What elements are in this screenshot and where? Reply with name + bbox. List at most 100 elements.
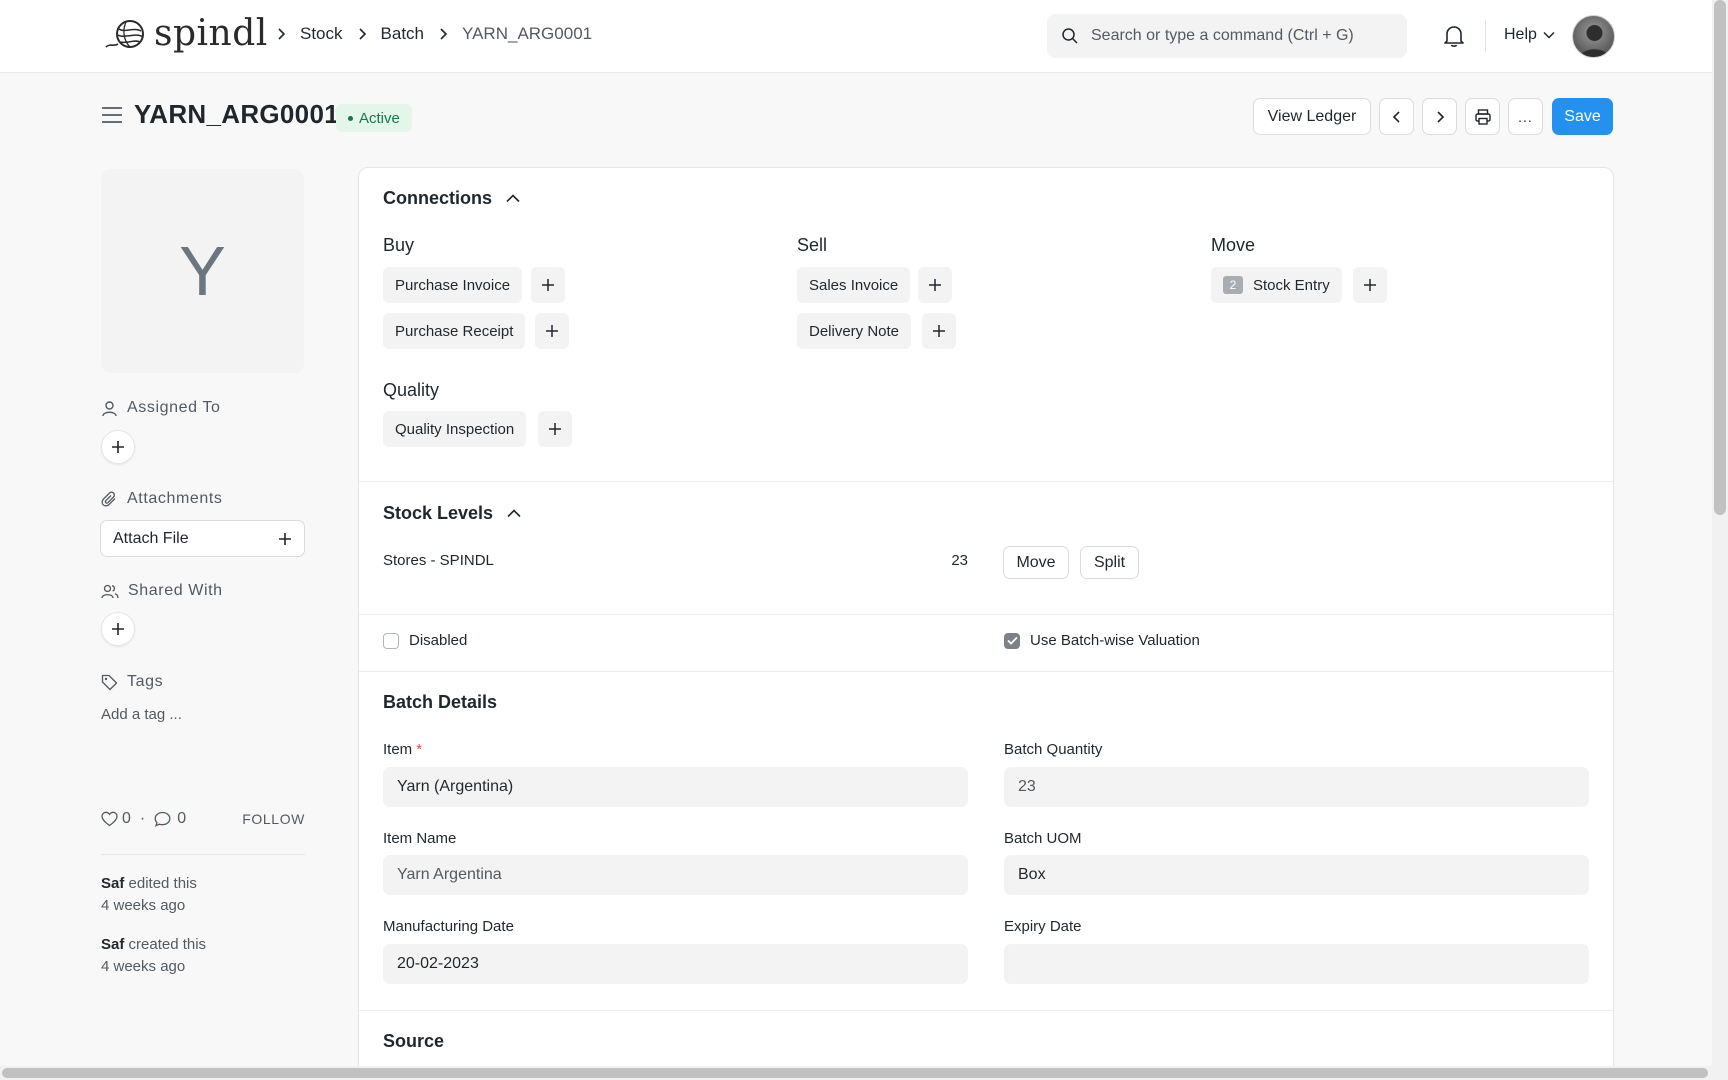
delivery-note-link[interactable]: Delivery Note [797,313,912,349]
search-bar[interactable] [1047,14,1407,58]
breadcrumb-batch[interactable]: Batch [381,24,424,44]
plus-icon [929,279,941,291]
add-purchase-invoice-button[interactable] [531,267,565,303]
plus-icon [112,441,124,453]
disabled-checkbox-row[interactable]: Disabled [383,632,467,649]
status-badge: Active [336,104,412,132]
engagement-stats: 0 · 0 FOLLOW [101,810,305,828]
plus-icon [1364,279,1376,291]
search-input[interactable] [1091,27,1391,45]
comment-icon[interactable] [154,811,171,827]
add-quality-inspection-button[interactable] [538,411,572,447]
help-dropdown[interactable]: Help [1504,26,1555,44]
batch-details-title: Batch Details [383,692,498,712]
warehouse-qty: 23 [951,552,968,569]
chevron-up-icon [506,194,520,203]
batch-uom-label: Batch UOM [1004,830,1082,847]
item-name-field: Yarn Argentina [383,855,968,895]
manufacturing-date-field[interactable]: 20-02-2023 [383,944,968,984]
connections-section-header[interactable]: Connections [383,188,520,209]
add-assignee-button[interactable] [101,430,135,464]
item-label-text: Item [383,741,413,758]
status-label: Active [359,109,400,127]
activity-user[interactable]: Saf [101,936,124,953]
plus-icon [933,325,945,337]
heart-icon[interactable] [101,811,118,827]
users-icon [101,584,119,598]
assigned-to-label: Assigned To [127,399,221,416]
add-delivery-note-button[interactable] [922,313,956,349]
next-record-button[interactable] [1422,98,1457,135]
sales-invoice-link[interactable]: Sales Invoice [797,267,911,303]
batch-quantity-label: Batch Quantity [1004,741,1103,758]
user-icon [102,400,117,416]
activity-action: created this [124,936,207,953]
navbar-divider [1485,20,1486,52]
sidebar-toggle-icon[interactable] [101,106,123,124]
add-stock-entry-button[interactable] [1353,267,1387,303]
quality-group-heading: Quality [383,380,440,400]
add-share-button[interactable] [101,612,135,646]
add-purchase-receipt-button[interactable] [535,313,569,349]
connections-title: Connections [383,188,493,208]
activity-user[interactable]: Saf [101,875,124,892]
comments-count: 0 [177,810,187,827]
purchase-invoice-link[interactable]: Purchase Invoice [383,267,523,303]
record-image-placeholder[interactable]: Y [101,169,304,373]
breadcrumb-current[interactable]: YARN_ARG0001 [462,24,592,44]
batch-quantity-field: 23 [1004,767,1589,807]
warehouse-name: Stores - SPINDL [383,552,494,569]
move-stock-button[interactable]: Move [1003,546,1069,579]
item-name-label: Item Name [383,830,457,847]
add-tag-link[interactable]: Add a tag ... [101,706,182,723]
follow-button[interactable]: FOLLOW [242,811,305,827]
breadcrumb: Stock Batch YARN_ARG0001 [262,24,592,44]
batch-uom-field[interactable]: Box [1004,855,1589,895]
stock-entry-label: Stock Entry [1253,276,1330,294]
print-button[interactable] [1465,98,1500,135]
previous-record-button[interactable] [1379,98,1414,135]
purchase-receipt-link[interactable]: Purchase Receipt [383,313,526,349]
tag-icon [101,674,118,690]
stock-levels-section-header[interactable]: Stock Levels [383,503,521,524]
stock-entry-link[interactable]: 2 Stock Entry [1211,267,1342,303]
attach-file-label: Attach File [113,529,189,547]
plus-icon [542,279,554,291]
vertical-scrollbar-thumb[interactable] [1714,0,1726,515]
horizontal-scrollbar-thumb[interactable] [2,1068,1708,1078]
activity-time: 4 weeks ago [101,897,186,914]
notifications-bell-icon[interactable] [1443,24,1465,48]
more-actions-button[interactable]: ... [1508,98,1543,135]
save-button[interactable]: Save [1552,98,1613,135]
source-section-title: Source [383,1031,445,1051]
split-batch-button[interactable]: Split [1080,546,1139,579]
view-ledger-button[interactable]: View Ledger [1253,98,1371,135]
breadcrumb-stock[interactable]: Stock [300,24,343,44]
required-marker: * [416,741,423,758]
attach-file-button[interactable]: Attach File [100,520,305,557]
disabled-label: Disabled [409,632,468,649]
shared-with-heading: Shared With [101,582,223,600]
activity-time: 4 weeks ago [101,958,186,975]
brand-logo[interactable]: spindl [104,14,268,54]
sell-group-heading: Sell [797,235,828,255]
user-avatar[interactable] [1572,15,1615,58]
quality-inspection-link[interactable]: Quality Inspection [383,411,527,447]
chevron-down-icon [1543,31,1555,39]
manufacturing-date-label: Manufacturing Date [383,918,514,935]
search-icon [1062,28,1078,44]
add-sales-invoice-button[interactable] [918,267,952,303]
stock-levels-title: Stock Levels [383,503,494,523]
item-field[interactable]: Yarn (Argentina) [383,767,968,807]
disabled-checkbox[interactable] [383,632,399,649]
batch-wise-valuation-checkbox-row[interactable]: Use Batch-wise Valuation [1004,632,1200,649]
activity-item: Saf edited this 4 weeks ago [101,873,197,917]
batch-wise-valuation-checkbox[interactable] [1004,632,1020,649]
assigned-to-heading: Assigned To [101,399,220,417]
expiry-date-label: Expiry Date [1004,918,1082,935]
help-label: Help [1504,26,1537,43]
attachments-label: Attachments [127,490,223,507]
top-navbar: spindl Stock Batch YARN_ARG0001 Help [0,0,1712,73]
sidebar-divider [101,854,305,855]
expiry-date-field[interactable] [1004,944,1589,984]
